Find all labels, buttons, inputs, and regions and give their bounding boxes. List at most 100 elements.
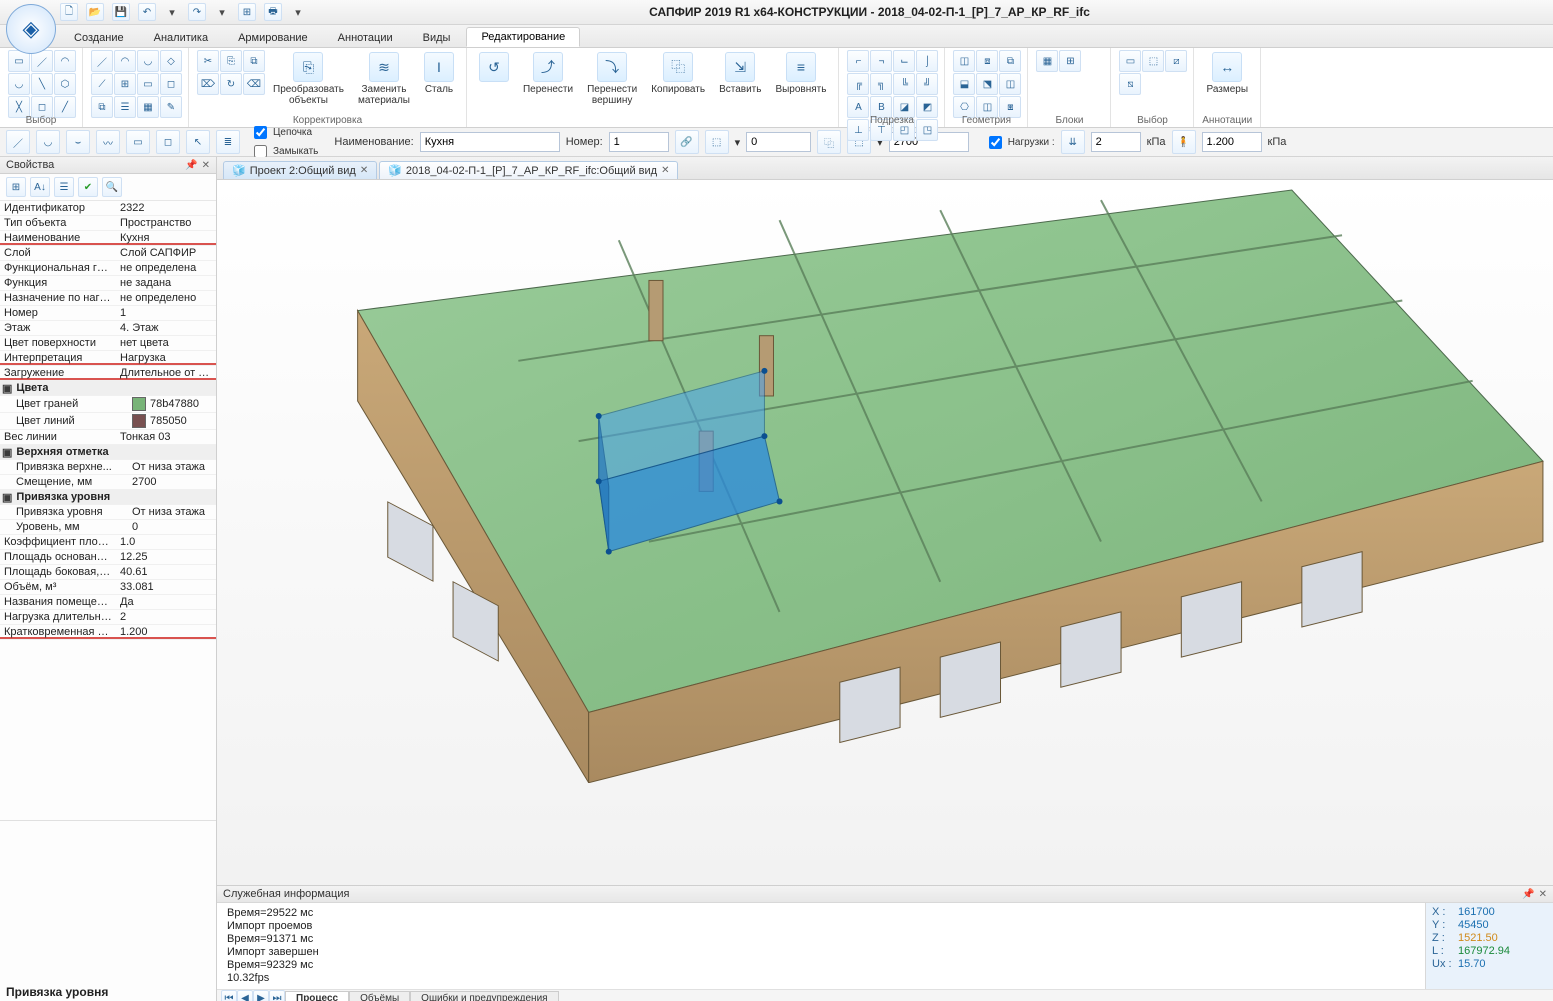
property-row[interactable]: Объём, м³33.081: [0, 580, 216, 595]
qat-undo-icon[interactable]: ↶: [138, 3, 156, 21]
property-value[interactable]: От низа этажа: [128, 505, 216, 519]
load-short-input[interactable]: [1202, 132, 1262, 152]
ribbon-small-button[interactable]: ⧅: [1119, 73, 1141, 95]
load-long-icon[interactable]: ⇊: [1061, 130, 1085, 154]
property-row[interactable]: Уровень, мм0: [0, 520, 216, 535]
properties-list[interactable]: Идентификатор2322Тип объектаПространство…: [0, 201, 216, 820]
box-icon[interactable]: ⬚: [705, 130, 729, 154]
ribbon-big-button[interactable]: ≡Выровнять: [771, 50, 830, 97]
ribbon-small-button[interactable]: ▭: [1119, 50, 1141, 72]
prop-az-icon[interactable]: A↓: [30, 177, 50, 197]
viewport-3d[interactable]: [217, 180, 1553, 885]
ribbon-small-button[interactable]: ☰: [114, 96, 136, 118]
ribbon-small-button[interactable]: ╝: [916, 73, 938, 95]
ribbon-small-button[interactable]: ◡: [137, 50, 159, 72]
load-short-icon[interactable]: 🧍: [1172, 130, 1196, 154]
property-row[interactable]: Функциональная гр...не определена: [0, 261, 216, 276]
ribbon-small-button[interactable]: ⌡: [916, 50, 938, 72]
property-value[interactable]: 2700: [128, 475, 216, 489]
property-row[interactable]: Этаж4. Этаж: [0, 321, 216, 336]
ribbon-small-button[interactable]: ⧄: [1165, 50, 1187, 72]
property-row[interactable]: Кратковременная н...1.200: [0, 625, 216, 640]
ribbon-small-button[interactable]: ╲: [31, 73, 53, 95]
property-value[interactable]: 0: [128, 520, 216, 534]
ribbon-small-button[interactable]: ✎: [160, 96, 182, 118]
qat-print-icon[interactable]: 🖶: [264, 3, 282, 21]
log-nav-next-icon[interactable]: ▶: [253, 990, 269, 1001]
ribbon-small-button[interactable]: ⬓: [953, 73, 975, 95]
property-row[interactable]: Функцияне задана: [0, 276, 216, 291]
property-row[interactable]: Цвет поверхностинет цвета: [0, 336, 216, 351]
load-long-input[interactable]: [1091, 132, 1141, 152]
log-tab[interactable]: Процесс: [285, 991, 349, 1001]
close-icon[interactable]: ✕: [661, 165, 669, 176]
rect2-tool-icon[interactable]: ◻: [156, 130, 180, 154]
property-value[interactable]: От низа этажа: [128, 460, 216, 474]
prop-apply-icon[interactable]: ✔: [78, 177, 98, 197]
ribbon-tab[interactable]: Аналитика: [140, 29, 222, 47]
close-panel-icon[interactable]: ✕: [1539, 889, 1547, 900]
layer-tool-icon[interactable]: ≣: [216, 130, 240, 154]
ribbon-small-button[interactable]: ◠: [54, 50, 76, 72]
app-logo[interactable]: ◈: [6, 4, 56, 54]
number-input[interactable]: [609, 132, 669, 152]
ribbon-small-button[interactable]: ◇: [160, 50, 182, 72]
ribbon-small-button[interactable]: ⧉: [243, 50, 265, 72]
ribbon-small-button[interactable]: ¬: [870, 50, 892, 72]
property-row[interactable]: Нагрузка длительна...2: [0, 610, 216, 625]
property-row[interactable]: СлойСлой САПФИР: [0, 246, 216, 261]
ribbon-small-button[interactable]: ▦: [1036, 50, 1058, 72]
qat-more-icon[interactable]: ▾: [290, 4, 306, 20]
ribbon-tab[interactable]: Аннотации: [324, 29, 407, 47]
property-row[interactable]: ЗагружениеДлительное от поме...: [0, 366, 216, 381]
property-value[interactable]: 2: [116, 610, 216, 624]
property-row[interactable]: Цвет линий785050: [0, 413, 216, 430]
property-value[interactable]: 1: [116, 306, 216, 320]
ribbon-small-button[interactable]: ⌦: [197, 73, 219, 95]
pin-icon[interactable]: 📌: [185, 160, 197, 171]
document-tab[interactable]: 🧊Проект 2:Общий вид✕: [223, 161, 377, 179]
ribbon-big-button[interactable]: ≋Заменитьматериалы: [354, 50, 414, 108]
ribbon-small-button[interactable]: ⌫: [243, 73, 265, 95]
ribbon-big-button[interactable]: ⎘Преобразоватьобъекты: [269, 50, 348, 108]
log-nav-prev-icon[interactable]: ◀: [237, 990, 253, 1001]
qat-open-icon[interactable]: 📂: [86, 3, 104, 21]
ribbon-big-button[interactable]: ↔Размеры: [1202, 50, 1252, 97]
line-tool-icon[interactable]: ／: [6, 130, 30, 154]
property-value[interactable]: Тонкая 03: [116, 430, 216, 444]
property-row[interactable]: Смещение, мм2700: [0, 475, 216, 490]
property-row[interactable]: Тип объектаПространство: [0, 216, 216, 231]
property-value[interactable]: 785050: [128, 413, 216, 429]
property-value[interactable]: 1.200: [116, 625, 216, 639]
ribbon-tab[interactable]: Редактирование: [466, 27, 580, 47]
property-row[interactable]: ИнтерпретацияНагрузка: [0, 351, 216, 366]
prop-cat-icon[interactable]: ⊞: [6, 177, 26, 197]
document-tab[interactable]: 🧊2018_04-02-П-1_[Р]_7_АР_КР_RF_ifc:Общий…: [379, 161, 678, 179]
copy-icon[interactable]: ⿻: [817, 130, 841, 154]
ribbon-small-button[interactable]: ◫: [953, 50, 975, 72]
loads-checkbox[interactable]: [989, 136, 1002, 149]
property-group[interactable]: ▣ Верхняя отметка: [0, 445, 216, 460]
property-row[interactable]: Названия помещенийДа: [0, 595, 216, 610]
ribbon-tab[interactable]: Армирование: [224, 29, 322, 47]
property-row[interactable]: Назначение по нагр...не определено: [0, 291, 216, 306]
property-value[interactable]: Слой САПФИР: [116, 246, 216, 260]
link-icon[interactable]: 🔗: [675, 130, 699, 154]
property-value[interactable]: Кухня: [116, 231, 216, 245]
spline-tool-icon[interactable]: 〰: [96, 130, 120, 154]
property-row[interactable]: Вес линииТонкая 03: [0, 430, 216, 445]
arc2-tool-icon[interactable]: ⌣: [66, 130, 90, 154]
qat-new-icon[interactable]: 🗋: [60, 3, 78, 21]
qat-grid-icon[interactable]: ⊞: [238, 3, 256, 21]
property-value[interactable]: 4. Этаж: [116, 321, 216, 335]
ribbon-small-button[interactable]: ▭: [137, 73, 159, 95]
ribbon-small-button[interactable]: ⌐: [847, 50, 869, 72]
pick-tool-icon[interactable]: ↖: [186, 130, 210, 154]
prop-search-icon[interactable]: 🔍: [102, 177, 122, 197]
prop-list-icon[interactable]: ☰: [54, 177, 74, 197]
qat-redo-dd-icon[interactable]: ▾: [214, 4, 230, 20]
ribbon-small-button[interactable]: ▦: [137, 96, 159, 118]
log-messages[interactable]: Время=29522 мсИмпорт проемовВремя=91371 …: [217, 903, 1425, 989]
ribbon-small-button[interactable]: ◡: [8, 73, 30, 95]
property-row[interactable]: Цвет граней78b47880: [0, 396, 216, 413]
